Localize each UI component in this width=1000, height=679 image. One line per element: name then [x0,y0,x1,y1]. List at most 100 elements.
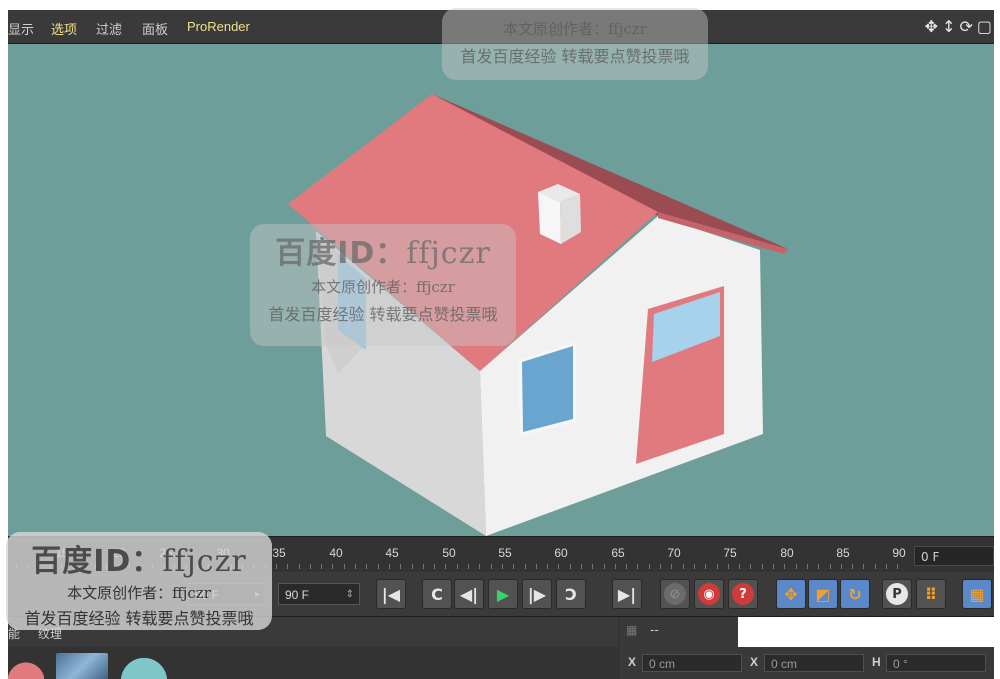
ruler-tick [615,564,616,569]
keyframe-selection-button[interactable]: ? [728,579,758,609]
frame-right [994,10,1000,679]
ruler-tick [818,564,819,569]
tick-label: 15 [55,546,69,560]
material-swatch-teal[interactable] [118,653,170,679]
tick-label: 75 [723,546,737,560]
ruler-tick [592,564,593,569]
viewport-nav-icons: ✥ ↕ ⟳ ▢ [925,16,992,38]
ruler-tick [581,564,582,569]
move-key-icon: ✥ [784,584,798,604]
ruler-tick [807,564,808,569]
step-back-icon: ◀| [459,584,479,604]
frame-left [0,10,8,679]
dolly-view-icon[interactable]: ↕ [942,18,955,36]
go-to-start-button[interactable]: |◀ [376,579,406,609]
autokey-button[interactable]: ◉ [694,579,724,609]
ruler-tick [423,564,424,569]
ruler-tick [242,564,243,569]
timeline-ruler[interactable]: 15 20 25 30 35 40 45 50 55 60 65 70 75 8… [8,536,994,573]
move-view-icon[interactable]: ✥ [925,18,938,36]
ruler-tick [231,564,232,569]
start-frame-field[interactable]: 90 F ▸ [188,583,266,605]
position-key-button[interactable]: ✥ [776,579,806,609]
ruler-tick [378,564,379,569]
scale-key-button[interactable]: ◩ [808,579,838,609]
house-render [288,94,788,536]
current-frame-field[interactable]: 0 F [914,546,994,566]
parameter-key-button[interactable]: P [882,579,912,609]
ruler-tick [106,564,107,569]
play-button[interactable]: ▶ [488,579,518,609]
tick-label: 50 [442,546,456,560]
ruler-tick [762,564,763,569]
ruler-tick [705,564,706,569]
ruler-tick [513,564,514,569]
ruler-tick [16,564,17,569]
bottom-panels: 能 纹理 ▦ -- X 0 cm X 0 cm H 0 ° [8,616,994,679]
material-swatch-blue[interactable] [56,653,108,679]
end-frame-field[interactable]: 90 F ⇕ [278,583,360,605]
ruler-tick [389,564,390,569]
ruler-tick [694,564,695,569]
x-size-field[interactable]: 0 cm [764,654,864,672]
h-rotation-field[interactable]: 0 ° [886,654,986,672]
previous-key-button[interactable]: C [422,579,452,609]
next-key-icon: Ↄ [565,584,577,604]
rotate-view-icon[interactable]: ⟳ [959,18,972,36]
ruler-tick [174,564,175,569]
film-strip-button[interactable]: ▦ [962,579,992,609]
tick-label: 45 [385,546,399,560]
grid-dots-icon: ▦ [626,623,638,637]
play-icon: ▶ [496,584,510,604]
material-tab-function[interactable]: 能 [8,625,20,642]
viewport-menubar: 显示 选项 过滤 面板 ProRender ✥ ↕ ⟳ ▢ [8,10,994,44]
pla-key-button[interactable]: ⠿ [916,579,946,609]
ruler-tick [491,564,492,569]
toggle-layout-icon[interactable]: ▢ [977,18,992,36]
menu-display[interactable]: 显示 [8,19,34,38]
skip-forward-icon: ▶| [617,584,637,604]
tick-label: 60 [554,546,568,560]
ruler-tick [61,564,62,569]
ruler-tick [299,564,300,569]
ruler-tick [412,564,413,569]
ruler-tick [649,564,650,569]
tick-label: 55 [498,546,512,560]
menu-panel[interactable]: 面板 [142,19,168,38]
ruler-tick [27,564,28,569]
record-disabled-button[interactable]: ⊘ [660,579,690,609]
rotation-key-button[interactable]: ↻ [840,579,870,609]
ruler-tick [276,564,277,569]
menu-filter[interactable]: 过滤 [96,19,122,38]
coord-title: -- [650,623,659,637]
ruler-tick [39,564,40,569]
previous-frame-button[interactable]: ◀| [454,579,484,609]
ruler-tick [457,564,458,569]
stepper-icon[interactable]: ▸ [255,584,260,606]
tick-label: 40 [329,546,343,560]
frame-top [0,0,1000,10]
end-frame-value: 90 F [285,588,310,602]
transport-bar: 90 F ▸ 90 F ⇕ |◀ C ◀| ▶ |▶ Ↄ ▶| ⊘ ◉ ? ✥ … [8,572,994,616]
ruler-tick [355,564,356,569]
next-key-button[interactable]: Ↄ [556,579,586,609]
go-to-end-button[interactable]: ▶| [612,579,642,609]
ruler-tick [717,564,718,569]
menu-options[interactable]: 选项 [51,19,77,38]
step-forward-icon: |▶ [527,584,547,604]
x-position-field[interactable]: 0 cm [642,654,742,672]
next-frame-button[interactable]: |▶ [522,579,552,609]
ruler-tick [434,564,435,569]
ruler-tick [321,564,322,569]
ruler-tick [773,564,774,569]
material-tab-texture[interactable]: 纹理 [38,625,62,642]
material-swatch-red[interactable] [8,653,44,679]
ruler-tick [739,564,740,569]
ruler-tick [525,564,526,569]
3d-viewport[interactable] [8,44,994,536]
stepper-icon[interactable]: ⇕ [346,584,354,606]
ruler-tick [265,564,266,569]
menu-prorender[interactable]: ProRender [187,19,250,34]
ruler-tick [152,564,153,569]
ruler-tick [784,564,785,569]
